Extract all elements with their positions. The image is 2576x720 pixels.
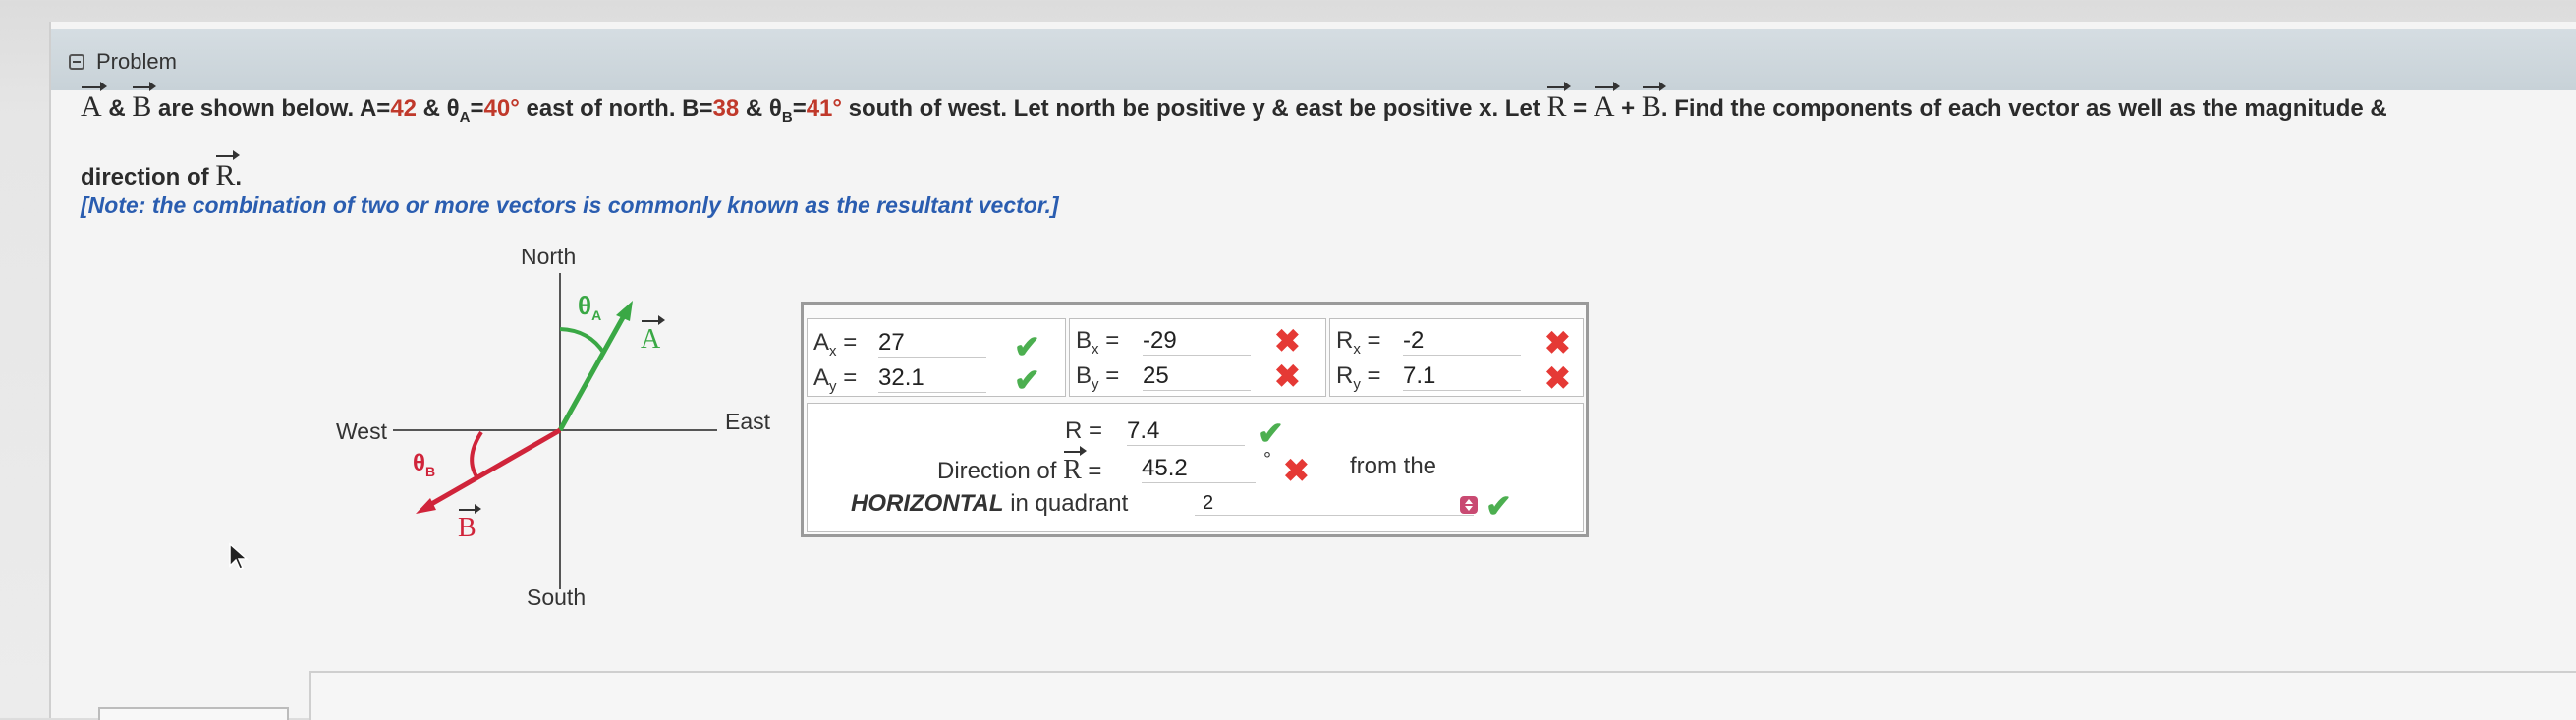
bottom-content-box bbox=[309, 671, 2576, 720]
r-magnitude-input[interactable]: 7.4 bbox=[1127, 417, 1245, 446]
rx-incorrect-x-icon: ✖ bbox=[1544, 325, 1571, 360]
south-label: South bbox=[527, 584, 587, 610]
by-incorrect-x-icon: ✖ bbox=[1274, 359, 1301, 394]
vector-a-symbol: A bbox=[81, 82, 107, 123]
vector-diagram: North South East West θA θB A B bbox=[324, 236, 796, 619]
a-magnitude: 42 bbox=[390, 95, 418, 122]
rx-label: Rx = bbox=[1336, 327, 1381, 358]
statement-text: east of north. B= bbox=[519, 95, 713, 122]
statement-text: = bbox=[792, 95, 807, 122]
statement-text: . bbox=[235, 164, 243, 191]
vector-r-symbol: R bbox=[1546, 82, 1572, 123]
bx-label: Bx = bbox=[1076, 327, 1120, 358]
degree-symbol: ° bbox=[1263, 449, 1271, 471]
r-magnitude-label: R = bbox=[1065, 417, 1103, 444]
ay-correct-check-icon: ✔ bbox=[1014, 362, 1040, 398]
statement-text: direction of bbox=[81, 164, 216, 191]
vector-a-label: A bbox=[641, 315, 666, 356]
ax-correct-check-icon: ✔ bbox=[1014, 329, 1040, 364]
east-label: East bbox=[725, 409, 771, 434]
statement-text: + bbox=[1614, 95, 1642, 122]
theta-a-subscript: A bbox=[459, 108, 471, 126]
vector-a-label-text: A bbox=[641, 315, 666, 355]
ay-input[interactable]: 32.1 bbox=[878, 364, 986, 393]
problem-statement-line2: direction of R. bbox=[81, 150, 243, 193]
problem-statement-line1: A & B are shown below. A=42 & θA=40° eas… bbox=[81, 82, 2387, 126]
statement-text: & θ bbox=[739, 95, 782, 122]
ry-label: Ry = bbox=[1336, 362, 1381, 393]
problem-header bbox=[51, 29, 2576, 90]
bx-input[interactable]: -29 bbox=[1143, 327, 1251, 356]
by-input[interactable]: 25 bbox=[1143, 362, 1251, 391]
quadrant-select-arrows-icon[interactable] bbox=[1460, 496, 1478, 514]
b-angle: 41° bbox=[806, 95, 842, 122]
theta-a-label: θA bbox=[578, 291, 602, 324]
a-components-cell: Ax = 27 ✔ Ay = 32.1 ✔ bbox=[807, 318, 1066, 397]
theta-b-label: θB bbox=[413, 450, 436, 479]
direction-label: Direction of R = bbox=[937, 446, 1102, 485]
from-the-text: from the bbox=[1350, 453, 1437, 479]
statement-text: = bbox=[470, 95, 484, 122]
magnitude-direction-cell: R = 7.4 ✔ Direction of R = 45.2 ° ✖ from… bbox=[807, 403, 1584, 532]
ax-input[interactable]: 27 bbox=[878, 329, 986, 358]
ay-label: Ay = bbox=[813, 364, 858, 395]
problem-section-label[interactable]: Problem bbox=[96, 49, 177, 75]
quadrant-correct-check-icon: ✔ bbox=[1485, 488, 1512, 524]
vector-a-arrowhead bbox=[616, 301, 633, 321]
statement-text: & bbox=[101, 95, 133, 122]
ry-input[interactable]: 7.1 bbox=[1403, 362, 1521, 391]
vector-r-symbol: R bbox=[215, 150, 241, 192]
resultant-note: [Note: the combination of two or more ve… bbox=[81, 193, 1059, 218]
b-components-cell: Bx = -29 ✖ By = 25 ✖ bbox=[1069, 318, 1326, 397]
rx-input[interactable]: -2 bbox=[1403, 327, 1521, 356]
vector-b-label: B bbox=[458, 504, 481, 544]
bx-incorrect-x-icon: ✖ bbox=[1274, 323, 1301, 359]
bottom-left-box bbox=[98, 707, 289, 720]
b-magnitude: 38 bbox=[712, 95, 740, 122]
theta-b-subscript: B bbox=[781, 108, 793, 126]
vector-b-symbol: B bbox=[132, 82, 157, 123]
vector-b-label-text: B bbox=[458, 504, 481, 543]
collapse-toggle-icon[interactable] bbox=[69, 54, 84, 70]
west-label: West bbox=[336, 418, 387, 444]
north-label: North bbox=[521, 244, 577, 269]
direction-input[interactable]: 45.2 bbox=[1142, 455, 1256, 483]
vector-b-symbol: B bbox=[1641, 82, 1666, 123]
ry-incorrect-x-icon: ✖ bbox=[1544, 360, 1571, 396]
statement-text: are shown below. A= bbox=[151, 95, 391, 122]
quadrant-select[interactable]: 2 bbox=[1195, 492, 1474, 516]
direction-incorrect-x-icon: ✖ bbox=[1283, 453, 1310, 488]
answer-panel: Ax = 27 ✔ Ay = 32.1 ✔ Bx = -29 ✖ By = 25… bbox=[801, 302, 1589, 537]
mouse-cursor-icon bbox=[229, 542, 249, 570]
theta-a-arc bbox=[559, 327, 606, 356]
theta-b-arc bbox=[470, 430, 483, 481]
statement-text: south of west. Let north be positive y &… bbox=[842, 95, 1547, 122]
a-angle: 40° bbox=[483, 95, 520, 122]
r-correct-check-icon: ✔ bbox=[1258, 415, 1284, 451]
vector-a-symbol: A bbox=[1593, 82, 1620, 123]
vector-b-arrow bbox=[424, 427, 562, 510]
by-label: By = bbox=[1076, 362, 1120, 393]
quadrant-label: HORIZONTAL in quadrant bbox=[851, 490, 1129, 517]
statement-text: & θ bbox=[417, 95, 460, 122]
statement-text: = bbox=[1566, 95, 1594, 122]
r-components-cell: Rx = -2 ✖ Ry = 7.1 ✖ bbox=[1329, 318, 1584, 397]
statement-text: . Find the components of each vector as … bbox=[1660, 95, 2387, 122]
ax-label: Ax = bbox=[813, 329, 858, 360]
